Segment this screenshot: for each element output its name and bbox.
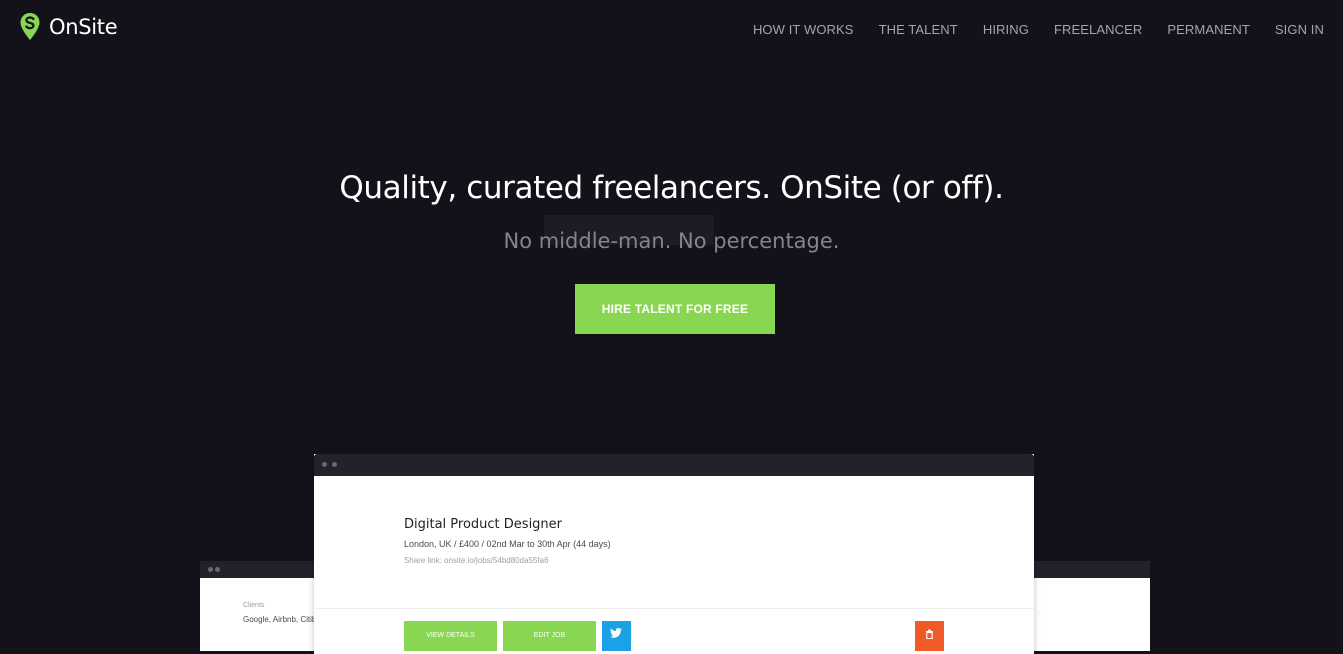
- nav-item-freelancer[interactable]: FREELANCER: [1054, 22, 1142, 37]
- location-pin-icon: [20, 13, 40, 40]
- twitter-share-button[interactable]: [602, 621, 631, 651]
- nav-item-sign-in[interactable]: SIGN IN: [1275, 22, 1324, 37]
- hire-talent-button[interactable]: HIRE TALENT FOR FREE: [575, 284, 775, 334]
- job-title: Digital Product Designer: [404, 517, 563, 532]
- window-dot: [208, 567, 213, 572]
- preview-window-front: Digital Product Designer London, UK / £4…: [314, 454, 1034, 654]
- delete-job-button[interactable]: [915, 621, 944, 651]
- job-meta: London, UK / £400 / 02nd Mar to 30th Apr…: [404, 539, 611, 549]
- nav-item-how-it-works[interactable]: HOW IT WORKS: [753, 22, 854, 37]
- clients-label: Clients: [243, 602, 265, 609]
- logo-text: OnSite: [49, 14, 118, 39]
- window-dot: [332, 462, 337, 467]
- window-titlebar: [314, 454, 1034, 476]
- logo[interactable]: OnSite: [19, 12, 118, 41]
- trash-icon: [926, 629, 933, 639]
- divider: [314, 608, 1034, 609]
- view-details-button[interactable]: VIEW DETAILS: [404, 621, 497, 651]
- edit-job-button[interactable]: EDIT JOB: [503, 621, 596, 651]
- hero-title: Quality, curated freelancers. OnSite (or…: [339, 170, 1004, 206]
- window-dot: [322, 462, 327, 467]
- job-share-link[interactable]: Share link: onsite.io/jobs/54bd80da55fa6: [404, 556, 549, 565]
- window-dot: [215, 567, 220, 572]
- nav-item-hiring[interactable]: HIRING: [983, 22, 1029, 37]
- main-nav: HOW IT WORKS THE TALENT HIRING FREELANCE…: [728, 22, 1324, 37]
- nav-item-permanent[interactable]: PERMANENT: [1167, 22, 1250, 37]
- nav-item-the-talent[interactable]: THE TALENT: [879, 22, 958, 37]
- site-header: OnSite HOW IT WORKS THE TALENT HIRING FR…: [0, 0, 1343, 60]
- hero-subtitle: No middle-man. No percentage.: [503, 229, 840, 253]
